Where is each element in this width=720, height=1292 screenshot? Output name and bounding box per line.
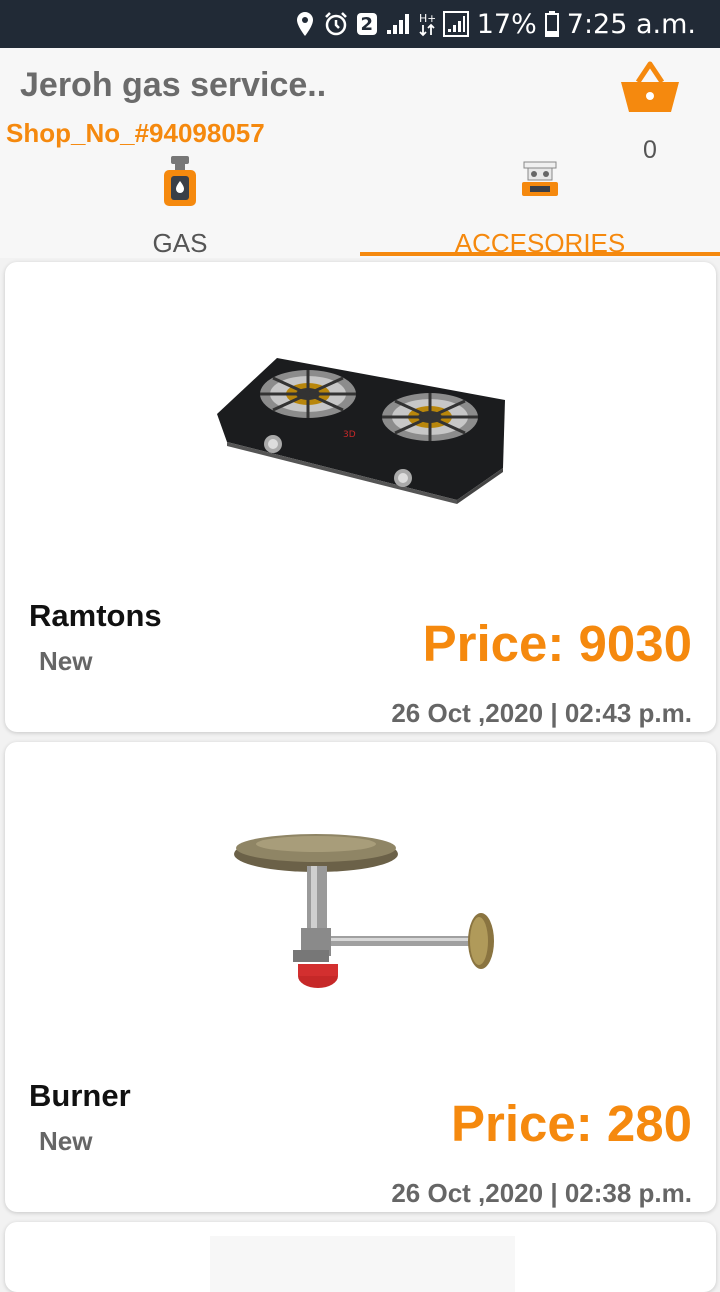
product-date: 26 Oct ,2020 | 02:43 p.m. (391, 698, 692, 728)
tab-gas-label: GAS (152, 228, 208, 258)
shop-number: Shop_No_#94098057 (6, 118, 265, 148)
alarm-icon (323, 11, 349, 37)
battery-icon (544, 11, 559, 37)
network-hplus-icon: H+ (419, 11, 435, 37)
sim-badge: 2 (356, 13, 377, 35)
status-bar: 2 H+ 17% 7:25 a.m. (0, 0, 720, 48)
location-icon (295, 11, 315, 37)
battery-percent: 17% (476, 8, 537, 40)
product-date: 26 Oct ,2020 | 02:38 p.m. (391, 1178, 692, 1208)
app-header: Jeroh gas service.. Shop_No_#94098057 0 … (0, 48, 720, 258)
product-image-stove: 3D (5, 262, 716, 592)
product-name: Ramtons (29, 598, 162, 633)
product-condition: New (39, 1126, 93, 1156)
product-price: Price: 280 (450, 1095, 692, 1152)
tab-gas[interactable]: GAS (0, 156, 360, 258)
cart-button[interactable]: 0 (618, 60, 682, 170)
app-title: Jeroh gas service.. (20, 66, 327, 104)
product-price: Price: 9030 (422, 615, 692, 672)
product-condition: New (39, 646, 93, 676)
product-name: Burner (29, 1078, 131, 1113)
product-card[interactable]: 3D Ramtons New Price: 9030 26 Oct ,2020 … (5, 262, 716, 732)
product-card[interactable]: Burner New Price: 280 26 Oct ,2020 | 02:… (5, 742, 716, 1212)
signal-icon (385, 12, 411, 36)
product-image-placeholder (210, 1236, 515, 1292)
svg-text:H+: H+ (419, 12, 435, 25)
svg-text:3D: 3D (343, 430, 356, 440)
product-image-burner (5, 742, 716, 1072)
clock: 7:25 a.m. (566, 8, 696, 40)
tab-indicator (360, 252, 720, 256)
product-card[interactable] (5, 1222, 716, 1292)
tab-accessories[interactable]: ACCESORIES (360, 156, 720, 258)
signal-box-icon (442, 11, 469, 37)
